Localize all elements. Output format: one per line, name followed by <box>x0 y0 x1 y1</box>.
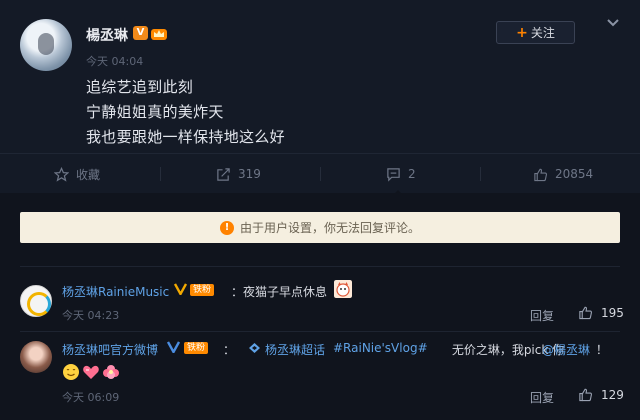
follow-label: 关注 <box>530 26 555 40</box>
repost-icon <box>217 167 230 181</box>
post-time: 今天 04:04 <box>86 55 144 68</box>
reply-restriction-notice: ! 由于用户设置，你无法回复评论。 <box>20 212 620 243</box>
post-text-line: 追综艺追到此刻 <box>86 78 194 96</box>
divider <box>20 266 620 267</box>
thumbs-up-icon <box>579 388 593 402</box>
action-bar: 收藏 319 2 20854 <box>0 153 640 195</box>
hashtag-link[interactable]: #RaiNie'sVlog# <box>333 341 428 355</box>
author-name[interactable]: 楊丞琳 <box>86 25 128 45</box>
flower-emoji-icon <box>103 365 119 379</box>
divider <box>320 167 321 181</box>
post-text-line: 宁静姐姐真的美炸天 <box>86 103 224 121</box>
verified-v-icon <box>174 283 187 295</box>
comment-text-end: ！ <box>592 343 608 357</box>
comment-count: 2 <box>408 167 416 181</box>
divider <box>160 167 161 181</box>
favorite-action[interactable]: 收藏 <box>54 154 100 194</box>
like-count: 20854 <box>555 167 594 181</box>
commenter-avatar[interactable] <box>20 341 52 373</box>
warning-icon: ! <box>219 220 234 235</box>
star-icon <box>54 166 69 182</box>
verified-v-icon <box>167 341 180 353</box>
repost-action[interactable]: 319 <box>216 154 261 194</box>
comment-like-button[interactable]: 195 <box>578 305 624 320</box>
supertopic-diamond-icon <box>249 343 260 353</box>
repost-count: 319 <box>238 167 261 181</box>
mention-link[interactable]: @楊丞琳 <box>542 341 590 358</box>
comment-time: 今天 06:09 <box>62 391 120 404</box>
comment-prefix: ： <box>223 343 236 357</box>
favorite-label: 收藏 <box>76 167 101 182</box>
commenter-name[interactable]: 杨丞琳RainieMusic <box>62 283 169 300</box>
author-avatar[interactable] <box>20 19 72 71</box>
comment-like-button[interactable]: 129 <box>578 387 624 402</box>
plus-icon: + <box>516 24 528 41</box>
supertopic-link[interactable]: 杨丞琳超话 <box>265 341 325 358</box>
post-text-line: 我也要跟她一样保持地这么好 <box>86 128 285 146</box>
cat-emoji-icon <box>334 280 352 298</box>
weibo-post: 楊丞琳 V 今天 04:04 追综艺追到此刻 宁静姐姐真的美炸天 我也要跟她一样… <box>0 0 640 153</box>
reply-button[interactable]: 回复 <box>530 389 554 406</box>
comment-like-count: 195 <box>601 305 624 320</box>
comment-text: ：夜猫子早点休息 <box>231 285 328 299</box>
verified-v-icon: V <box>133 26 148 40</box>
commenter-avatar[interactable] <box>20 285 52 317</box>
like-action[interactable]: 20854 <box>533 154 593 194</box>
notice-text: 由于用户设置，你无法回复评论。 <box>239 221 420 235</box>
reply-button[interactable]: 回复 <box>530 307 554 324</box>
comment-action[interactable]: 2 <box>386 154 416 194</box>
fan-badge: 铁粉 <box>190 284 215 296</box>
comment-like-count: 129 <box>601 387 624 402</box>
active-tab-caret <box>393 190 403 195</box>
chevron-down-icon[interactable] <box>606 18 620 28</box>
comment-time: 今天 04:23 <box>62 309 120 322</box>
follow-button[interactable]: + 关注 <box>496 21 575 44</box>
divider <box>20 331 620 332</box>
smile-emoji-icon <box>63 364 79 380</box>
commenter-name[interactable]: 杨丞琳吧官方微博 <box>62 341 158 358</box>
thumbs-up-icon <box>534 168 548 181</box>
heart-emoji-icon <box>83 365 99 379</box>
divider <box>480 167 481 181</box>
comment-icon <box>387 167 400 182</box>
crown-icon <box>151 29 167 40</box>
thumbs-up-icon <box>579 306 593 320</box>
fan-badge: 铁粉 <box>184 342 209 354</box>
